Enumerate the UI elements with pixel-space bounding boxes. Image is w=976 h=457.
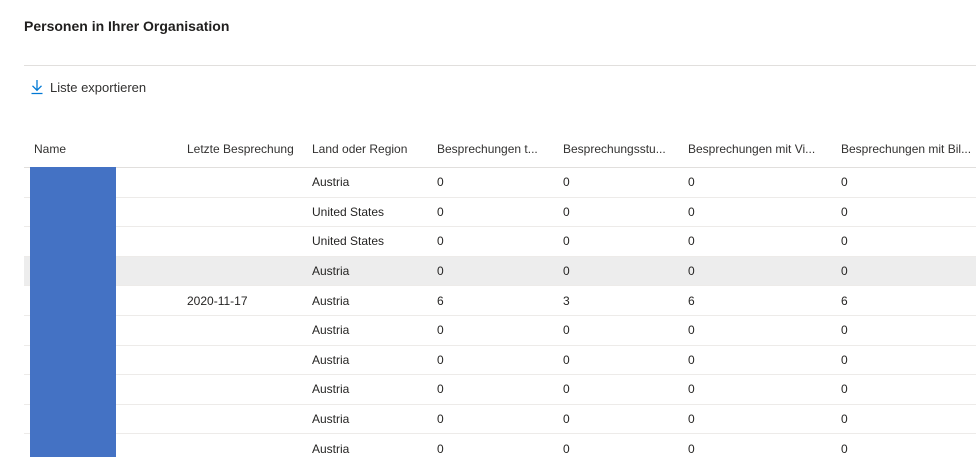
download-icon <box>30 79 44 95</box>
cell-last-meeting <box>187 405 305 434</box>
column-header-meeting-hours[interactable]: Besprechungsstu... <box>563 130 681 167</box>
table-row[interactable]: @decker...Austria0000 <box>24 434 976 457</box>
column-header-country[interactable]: Land oder Region <box>312 130 430 167</box>
divider <box>24 65 976 66</box>
table-body: erhome.atAustria0000home.atUnited States… <box>24 168 976 457</box>
cell-country: Austria <box>312 412 350 427</box>
cell-meetings-total: 0 <box>437 175 444 190</box>
cell-country: Austria <box>312 352 350 367</box>
cell-meetings-screenshare: 6 <box>841 293 848 308</box>
table-row[interactable]: icht.atAustria0000 <box>24 375 976 405</box>
redaction-box <box>30 167 116 457</box>
cell-meetings-video: 0 <box>688 412 695 427</box>
cell-meetings-video: 0 <box>688 323 695 338</box>
column-header-last-meeting[interactable]: Letzte Besprechung <box>187 130 305 167</box>
cell-meetings-video: 0 <box>688 441 695 456</box>
cell-meetings-total: 0 <box>437 352 444 367</box>
cell-meetings-video: 6 <box>688 293 695 308</box>
cell-meetings-total: 0 <box>437 234 444 249</box>
page: Personen in Ihrer Organisation Liste exp… <box>0 0 976 457</box>
cell-meetings-video: 0 <box>688 264 695 279</box>
cell-last-meeting: 2020-11-17 <box>187 293 248 308</box>
cell-country: Austria <box>312 175 350 190</box>
cell-country: Austria <box>312 293 350 308</box>
cell-meeting-hours: 0 <box>563 323 570 338</box>
cell-meetings-total: 0 <box>437 441 444 456</box>
cell-meeting-hours: 0 <box>563 352 570 367</box>
table-row[interactable]: home.atUnited States0000 <box>24 198 976 228</box>
cell-meetings-video: 0 <box>688 204 695 219</box>
page-title: Personen in Ihrer Organisation <box>24 18 230 34</box>
cell-country: Austria <box>312 264 350 279</box>
cell-meetings-total: 0 <box>437 323 444 338</box>
cell-country: Austria <box>312 441 350 456</box>
cell-meetings-total: 0 <box>437 412 444 427</box>
export-list-button[interactable]: Liste exportieren <box>30 76 146 98</box>
cell-last-meeting <box>187 198 305 227</box>
table-header-row: Name Letzte Besprechung Land oder Region… <box>24 130 976 168</box>
cell-country: Austria <box>312 323 350 338</box>
column-header-meetings-video[interactable]: Besprechungen mit Vi... <box>688 130 833 167</box>
export-list-label: Liste exportieren <box>50 79 147 95</box>
cell-meetings-screenshare: 0 <box>841 204 848 219</box>
table-row[interactable]: home.atAustria0000 <box>24 405 976 435</box>
cell-meeting-hours: 0 <box>563 412 570 427</box>
table-row[interactable]: me.atAustria0000 <box>24 346 976 376</box>
cell-meetings-screenshare: 0 <box>841 264 848 279</box>
cell-country: United States <box>312 234 385 249</box>
cell-meeting-hours: 0 <box>563 382 570 397</box>
cell-meetings-screenshare: 0 <box>841 412 848 427</box>
cell-last-meeting <box>187 434 305 457</box>
column-header-name[interactable]: Name <box>34 130 184 167</box>
people-table: Name Letzte Besprechung Land oder Region… <box>24 130 976 457</box>
cell-meeting-hours: 0 <box>563 204 570 219</box>
cell-meeting-hours: 0 <box>563 234 570 249</box>
table-row[interactable]: rhome.atUnited States0000 <box>24 227 976 257</box>
cell-meetings-screenshare: 0 <box>841 175 848 190</box>
cell-meetings-total: 0 <box>437 204 444 219</box>
cell-meetings-video: 0 <box>688 382 695 397</box>
cell-meetings-screenshare: 0 <box>841 441 848 456</box>
cell-meetings-screenshare: 0 <box>841 234 848 249</box>
cell-last-meeting <box>187 346 305 375</box>
cell-meeting-hours: 0 <box>563 441 570 456</box>
cell-meetings-video: 0 <box>688 234 695 249</box>
cell-meeting-hours: 3 <box>563 293 570 308</box>
cell-meetings-total: 0 <box>437 264 444 279</box>
cell-country: United States <box>312 204 385 219</box>
table-row[interactable]: ome.at2020-11-17Austria6366 <box>24 286 976 316</box>
cell-last-meeting <box>187 316 305 345</box>
cell-meetings-video: 0 <box>688 352 695 367</box>
column-header-meetings-total[interactable]: Besprechungen t... <box>437 130 555 167</box>
table-row[interactable]: erhome.atAustria0000 <box>24 168 976 198</box>
cell-last-meeting <box>187 168 305 197</box>
cell-last-meeting <box>187 375 305 404</box>
cell-last-meeting <box>187 257 305 286</box>
table-row[interactable]: terhome....Austria0000 <box>24 316 976 346</box>
cell-country: Austria <box>312 382 350 397</box>
cell-last-meeting <box>187 227 305 256</box>
table-row[interactable]: home.atAustria0000 <box>24 256 976 287</box>
column-header-meetings-screenshare[interactable]: Besprechungen mit Bil... <box>841 130 976 167</box>
cell-meetings-screenshare: 0 <box>841 382 848 397</box>
cell-meetings-total: 6 <box>437 293 444 308</box>
cell-meeting-hours: 0 <box>563 175 570 190</box>
cell-meetings-screenshare: 0 <box>841 352 848 367</box>
cell-meetings-video: 0 <box>688 175 695 190</box>
cell-meetings-screenshare: 0 <box>841 323 848 338</box>
cell-meetings-total: 0 <box>437 382 444 397</box>
cell-meeting-hours: 0 <box>563 264 570 279</box>
